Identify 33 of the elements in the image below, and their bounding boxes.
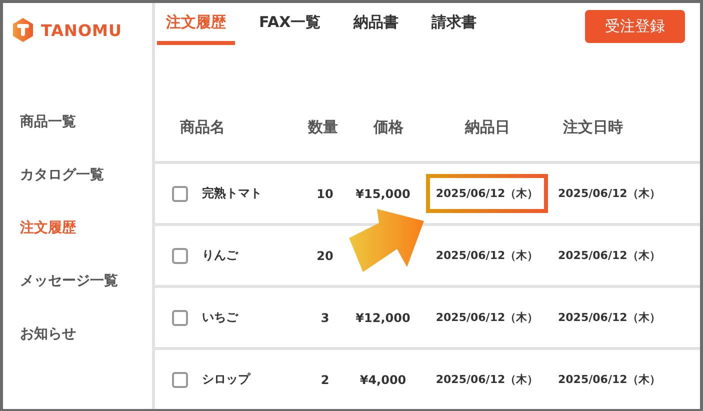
tab[interactable]: 請求書 [422, 3, 486, 45]
tab[interactable]: 納品書 [344, 3, 408, 45]
table-cell-text: 2025/06/12（木） [434, 248, 540, 264]
table-cell-text: 2 [320, 372, 330, 386]
table-cell-text: いちご [202, 309, 240, 326]
table-cell-text: 3 [320, 310, 330, 324]
column-header: 商品名 [179, 118, 226, 136]
order-register-button[interactable]: 受注登録 [585, 10, 685, 43]
table-cell-text: 完熟トマト [202, 185, 263, 202]
table-cell-text: 2025/06/12（木） [558, 372, 662, 387]
column-header: 数量 [306, 118, 339, 136]
highlighted-date-cell: 2025/06/12（木） [426, 174, 548, 213]
sidebar-item[interactable]: メッセージ一覧 [20, 271, 152, 291]
table-cell: ¥4,000 [360, 372, 406, 386]
sidebar-item[interactable]: カタログ一覧 [20, 165, 152, 185]
table-cell-text: りんご [202, 247, 240, 264]
table-cell-text: 2025/06/12（木） [558, 248, 662, 263]
table-cell-text: 20 [316, 248, 334, 262]
tab[interactable]: FAX一覧 [250, 3, 330, 45]
table-cell-text: 2025/06/12（木） [434, 310, 540, 326]
sidebar-item[interactable]: 商品一覧 [20, 112, 152, 132]
table-cell-text: 10 [316, 186, 334, 200]
sidebar-item[interactable]: お知らせ [20, 324, 152, 344]
table-cell: ¥15,000 [356, 186, 410, 200]
table-cell-text: シロップ [202, 371, 252, 388]
logo-text: TANOMU [41, 20, 122, 40]
table-cell: ¥12,000 [356, 310, 410, 324]
table-cell-text: 2025/06/12（木） [558, 310, 662, 325]
table-cell-text: 2025/06/12（木） [558, 186, 662, 201]
column-header: 価格 [372, 118, 404, 136]
column-header: 注文日時 [562, 118, 624, 136]
table-cell-text: 2025/06/12（木） [434, 372, 540, 388]
column-header: 納品日 [464, 118, 511, 136]
